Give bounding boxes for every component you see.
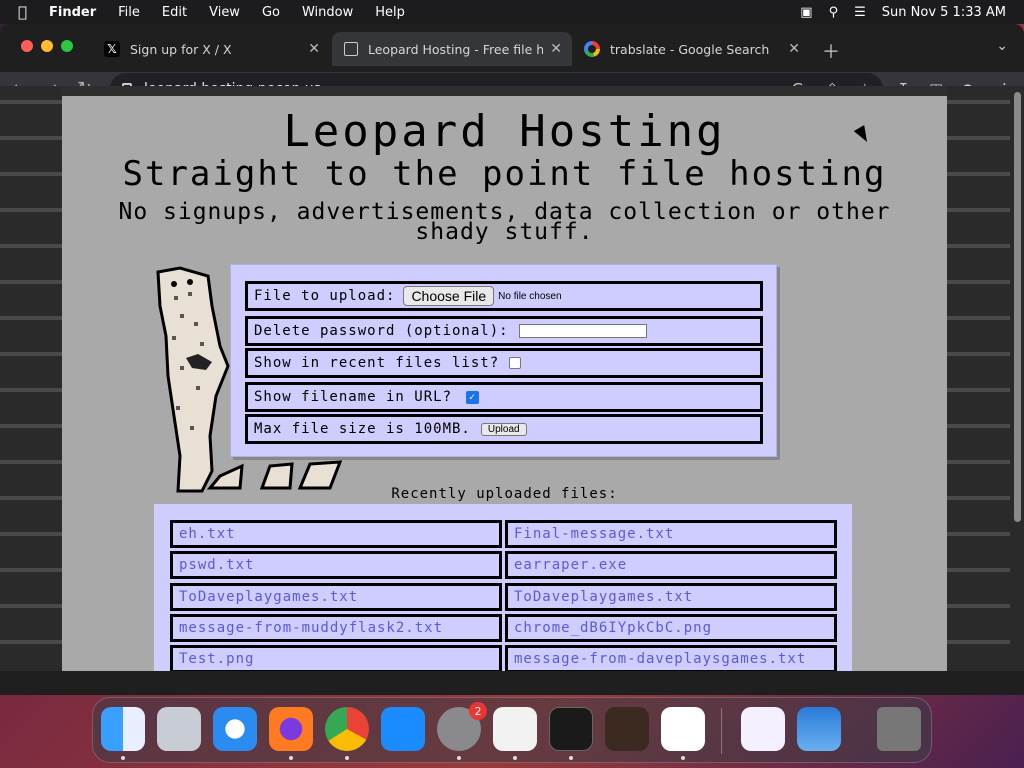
launchpad-icon[interactable] [157, 707, 201, 751]
file-link[interactable]: pswd.txt [170, 551, 502, 579]
recent-files-row: Show in recent files list? [245, 348, 763, 378]
file-link[interactable]: message-from-muddyflask2.txt [170, 614, 502, 642]
delete-password-row: Delete password (optional): [245, 316, 763, 346]
file-link[interactable]: Final-message.txt [505, 520, 837, 548]
tab-x-signup[interactable]: 𝕏 Sign up for X / X ✕ [92, 32, 330, 66]
terminal-icon[interactable] [549, 707, 593, 751]
running-indicator [345, 756, 349, 760]
menu-file[interactable]: File [118, 5, 140, 20]
scrollbar-thumb[interactable] [1014, 92, 1021, 522]
tab-search-chevron-icon[interactable]: ⌄ [996, 38, 1008, 54]
delete-password-input[interactable] [518, 324, 647, 338]
file-link[interactable]: ToDaveplaygames.txt [505, 583, 837, 611]
close-tab-icon[interactable]: ✕ [788, 41, 800, 57]
running-indicator [513, 756, 517, 760]
page-background-pattern [947, 86, 1010, 671]
choose-file-button[interactable]: Choose File [403, 286, 495, 306]
max-size-row: Max file size is 100MB. Upload [245, 414, 763, 444]
running-indicator [569, 756, 573, 760]
filename-url-label: Show filename in URL? [254, 389, 453, 405]
filename-url-checkbox[interactable]: ✓ [466, 390, 480, 404]
menu-window[interactable]: Window [302, 5, 353, 20]
tab-title: trabslate - Google Search [610, 41, 770, 57]
control-center-icon[interactable]: ☰ [854, 5, 866, 20]
delete-password-label: Delete password (optional): [254, 323, 509, 339]
tab-google-search[interactable]: trabslate - Google Search ✕ [572, 32, 810, 66]
chrome-icon[interactable] [325, 707, 369, 751]
page-icon [344, 42, 358, 56]
file-link[interactable]: message-from-daveplaysgames.txt [505, 645, 837, 671]
main-content: Leopard Hosting Straight to the point fi… [62, 96, 947, 671]
close-tab-icon[interactable]: ✕ [308, 41, 320, 57]
zoom-window-button[interactable] [61, 40, 73, 52]
tab-leopard-hosting[interactable]: Leopard Hosting - Free file ho ✕ [332, 32, 572, 66]
file-link[interactable]: ToDaveplaygames.txt [170, 583, 502, 611]
file-upload-row: File to upload: Choose File No file chos… [245, 281, 763, 311]
file-upload-label: File to upload: [254, 288, 396, 304]
weather-icon[interactable] [797, 707, 841, 751]
running-indicator [289, 756, 293, 760]
safari-icon[interactable] [213, 707, 257, 751]
page-viewport: Leopard Hosting Straight to the point fi… [0, 86, 1010, 671]
menu-help[interactable]: Help [375, 5, 405, 20]
dock: 2 [92, 697, 932, 763]
running-indicator [121, 756, 125, 760]
page-scrollbar[interactable] [1010, 86, 1024, 671]
file-link[interactable]: Test.png [170, 645, 502, 671]
file-link[interactable]: earraper.exe [505, 551, 837, 579]
trash-icon[interactable] [877, 707, 921, 751]
tab-title: Sign up for X / X [130, 41, 232, 57]
textedit-icon[interactable] [493, 707, 537, 751]
running-indicator [457, 756, 461, 760]
recent-files-label: Show in recent files list? [254, 355, 500, 371]
page-background-pattern [0, 86, 62, 671]
file-link[interactable]: chrome_dB6IYpkCbC.png [505, 614, 837, 642]
google-icon [584, 41, 600, 57]
x-logo-icon: 𝕏 [104, 41, 120, 57]
menu-clock[interactable]: Sun Nov 5 1:33 AM [882, 5, 1006, 20]
recent-files-heading: Recently uploaded files: [391, 486, 618, 502]
close-tab-icon[interactable]: ✕ [550, 41, 562, 57]
page-title: Leopard Hosting [283, 106, 726, 157]
menu-bar:  Finder File Edit View Go Window Help ▣… [0, 0, 1024, 24]
tab-title: Leopard Hosting - Free file ho [368, 41, 543, 57]
garageband-icon[interactable] [605, 707, 649, 751]
minimize-window-button[interactable] [41, 40, 53, 52]
vscode-icon[interactable] [661, 707, 705, 751]
running-indicator [681, 756, 685, 760]
dock-divider [721, 708, 722, 754]
max-size-label: Max file size is 100MB. [254, 421, 471, 437]
finder-icon[interactable] [101, 707, 145, 751]
upload-form: File to upload: Choose File No file chos… [230, 264, 777, 457]
notification-badge: 2 [469, 702, 487, 720]
file-link[interactable]: eh.txt [170, 520, 502, 548]
menu-app-name[interactable]: Finder [49, 5, 96, 20]
menu-edit[interactable]: Edit [162, 5, 187, 20]
close-window-button[interactable] [21, 40, 33, 52]
visual-studio-icon[interactable] [741, 707, 785, 751]
stage-manager-icon[interactable]: ▣ [800, 5, 812, 20]
tab-strip: 𝕏 Sign up for X / X ✕ Leopard Hosting - … [0, 24, 1024, 72]
recent-files-checkbox[interactable] [509, 357, 522, 369]
filename-url-row: Show filename in URL? ✓ [245, 382, 763, 412]
no-file-chosen-text: No file chosen [498, 290, 562, 302]
recent-files-list: eh.txt Final-message.txt pswd.txt earrap… [154, 504, 852, 671]
menu-go[interactable]: Go [262, 5, 280, 20]
page-subtitle: Straight to the point file hosting [122, 154, 887, 194]
upload-button[interactable]: Upload [480, 422, 527, 436]
menu-view[interactable]: View [209, 5, 240, 20]
new-tab-icon[interactable]: ＋ [822, 38, 840, 64]
apple-menu-icon[interactable]:  [18, 3, 27, 21]
spotlight-search-icon[interactable]: ⚲ [829, 5, 839, 20]
page-tagline: No signups, advertisements, data collect… [118, 199, 891, 245]
app-store-icon[interactable] [381, 707, 425, 751]
firefox-icon[interactable] [269, 707, 313, 751]
